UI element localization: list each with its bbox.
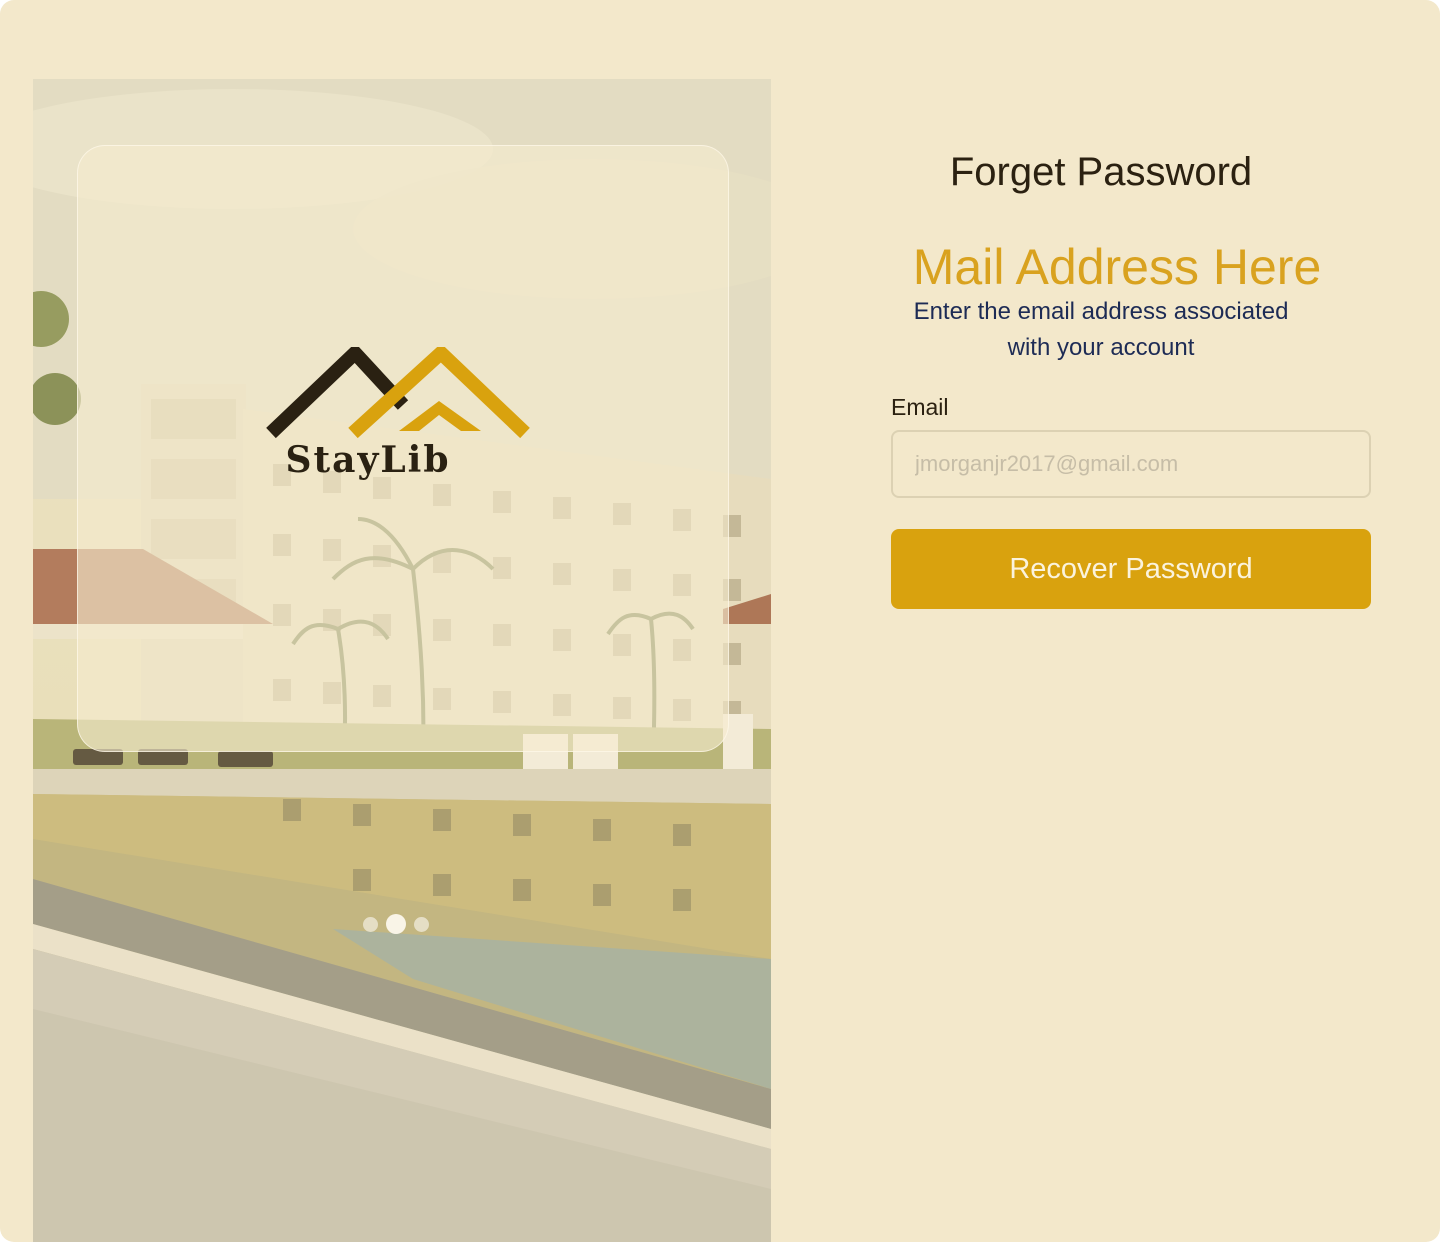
recover-password-button[interactable]: Recover Password <box>891 529 1371 609</box>
email-field[interactable] <box>891 430 1371 498</box>
carousel-dot-active[interactable] <box>386 914 406 934</box>
carousel-dot[interactable] <box>414 916 429 932</box>
email-label: Email <box>891 394 949 420</box>
carousel-dot[interactable] <box>363 916 378 932</box>
brand-logo-text: StayLib <box>285 439 451 481</box>
form-description: Enter the email address associated with … <box>913 298 1289 361</box>
page-title: Forget Password <box>949 150 1253 194</box>
carousel-indicators <box>363 914 429 934</box>
hero-panel: StayLib <box>33 79 771 1242</box>
forget-password-screen: StayLib Forget Password Mail Address Her… <box>0 0 1440 1242</box>
form-heading: Mail Address Here <box>912 239 1322 295</box>
